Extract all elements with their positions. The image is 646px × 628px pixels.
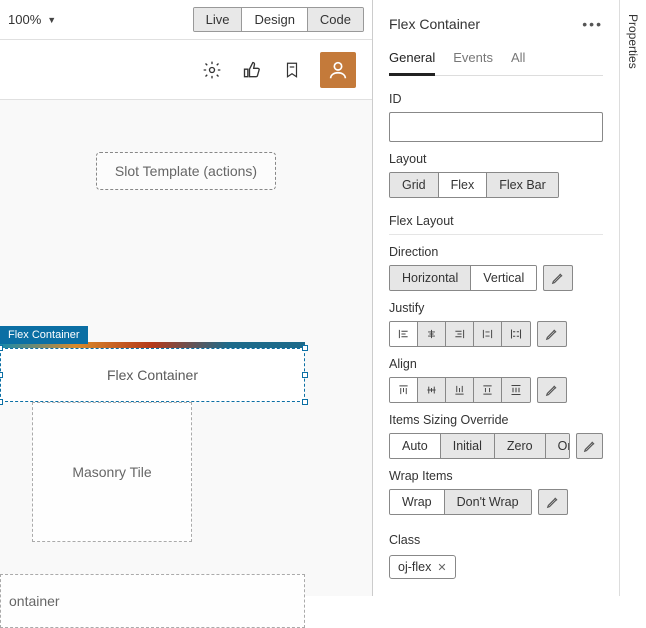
properties-panel: Flex Container ••• General Events All ID…	[373, 0, 619, 596]
wrap-label: Wrap Items	[389, 469, 603, 483]
justify-start-button[interactable]	[390, 322, 418, 346]
align-start-button[interactable]	[390, 378, 418, 402]
tab-events[interactable]: Events	[453, 46, 493, 75]
wrap-toggle: Wrap Don't Wrap	[389, 489, 532, 515]
chevron-down-icon: ▼	[47, 15, 56, 25]
id-label: ID	[389, 92, 603, 106]
side-tab-properties[interactable]: Properties	[619, 0, 646, 596]
align-stretch-button[interactable]	[474, 378, 502, 402]
tab-all[interactable]: All	[511, 46, 525, 75]
layout-flex-button[interactable]: Flex	[439, 173, 488, 197]
id-input[interactable]	[389, 112, 603, 142]
canvas-icon-toolbar	[0, 40, 372, 100]
justify-end-button[interactable]	[446, 322, 474, 346]
sizing-initial-button[interactable]: Initial	[441, 434, 495, 458]
resize-handle-left[interactable]	[0, 372, 3, 378]
view-mode-toggle: Live Design Code	[193, 7, 364, 32]
design-canvas-area: 100% ▼ Live Design Code	[0, 0, 373, 596]
close-icon[interactable]: ✕	[437, 561, 446, 574]
resize-handle-tr[interactable]	[302, 345, 308, 351]
wrap-wrap-button[interactable]: Wrap	[390, 490, 445, 514]
resize-handle-right[interactable]	[302, 372, 308, 378]
mode-design-button[interactable]: Design	[242, 8, 307, 31]
top-toolbar: 100% ▼ Live Design Code	[0, 0, 372, 40]
sizing-label: Items Sizing Override	[389, 413, 603, 427]
panel-title: Flex Container	[389, 16, 582, 32]
resize-handle-bl[interactable]	[0, 399, 3, 405]
flex-layout-heading: Flex Layout	[389, 214, 603, 235]
direction-edit-button[interactable]	[543, 265, 573, 291]
align-baseline-button[interactable]	[502, 378, 530, 402]
justify-label: Justify	[389, 301, 603, 315]
more-menu-icon[interactable]: •••	[582, 16, 603, 32]
sizing-auto-button[interactable]: Auto	[390, 434, 441, 458]
direction-horizontal-button[interactable]: Horizontal	[390, 266, 471, 290]
sizing-one-button[interactable]: One	[546, 434, 571, 458]
justify-around-button[interactable]	[502, 322, 530, 346]
layout-flexbar-button[interactable]: Flex Bar	[487, 173, 558, 197]
zoom-dropdown[interactable]: 100% ▼	[8, 12, 56, 27]
align-toggle	[389, 377, 531, 403]
masonry-tile[interactable]: Masonry Tile	[32, 402, 192, 542]
lower-container[interactable]: ontainer	[0, 574, 305, 628]
layout-label: Layout	[389, 152, 603, 166]
resize-handle-br[interactable]	[302, 399, 308, 405]
flex-container-selected[interactable]: Flex Container	[0, 348, 305, 402]
class-chip[interactable]: oj-flex ✕	[389, 555, 456, 579]
sizing-toggle: Auto Initial Zero One	[389, 433, 570, 459]
layout-toggle: Grid Flex Flex Bar	[389, 172, 559, 198]
sizing-edit-button[interactable]	[576, 433, 603, 459]
lower-container-label: ontainer	[9, 593, 60, 609]
sizing-zero-button[interactable]: Zero	[495, 434, 546, 458]
direction-vertical-button[interactable]: Vertical	[471, 266, 536, 290]
canvas[interactable]: Slot Template (actions) Flex Container F…	[0, 100, 372, 190]
direction-toggle: Horizontal Vertical	[389, 265, 537, 291]
align-center-button[interactable]	[418, 378, 446, 402]
masonry-tile-label: Masonry Tile	[72, 464, 151, 480]
avatar-button[interactable]	[320, 52, 356, 88]
layout-grid-button[interactable]: Grid	[390, 173, 439, 197]
bookmark-icon[interactable]	[280, 58, 304, 82]
flex-container-label: Flex Container	[107, 367, 198, 383]
align-label: Align	[389, 357, 603, 371]
wrap-edit-button[interactable]	[538, 489, 568, 515]
mode-live-button[interactable]: Live	[194, 8, 243, 31]
selection-tag[interactable]: Flex Container	[0, 326, 88, 344]
justify-toggle	[389, 321, 531, 347]
resize-handle-tl[interactable]	[0, 345, 3, 351]
side-tab-label: Properties	[626, 14, 640, 69]
align-end-button[interactable]	[446, 378, 474, 402]
wrap-dont-button[interactable]: Don't Wrap	[445, 490, 531, 514]
panel-tabs: General Events All	[389, 46, 603, 76]
justify-center-button[interactable]	[418, 322, 446, 346]
tab-general[interactable]: General	[389, 46, 435, 76]
mode-code-button[interactable]: Code	[308, 8, 363, 31]
justify-between-button[interactable]	[474, 322, 502, 346]
thumbs-up-icon[interactable]	[240, 58, 264, 82]
slot-template-actions[interactable]: Slot Template (actions)	[96, 152, 276, 190]
class-chip-label: oj-flex	[398, 560, 431, 574]
gear-icon[interactable]	[200, 58, 224, 82]
align-edit-button[interactable]	[537, 377, 567, 403]
justify-edit-button[interactable]	[537, 321, 567, 347]
zoom-value: 100%	[8, 12, 41, 27]
direction-label: Direction	[389, 245, 603, 259]
class-label: Class	[389, 533, 603, 547]
